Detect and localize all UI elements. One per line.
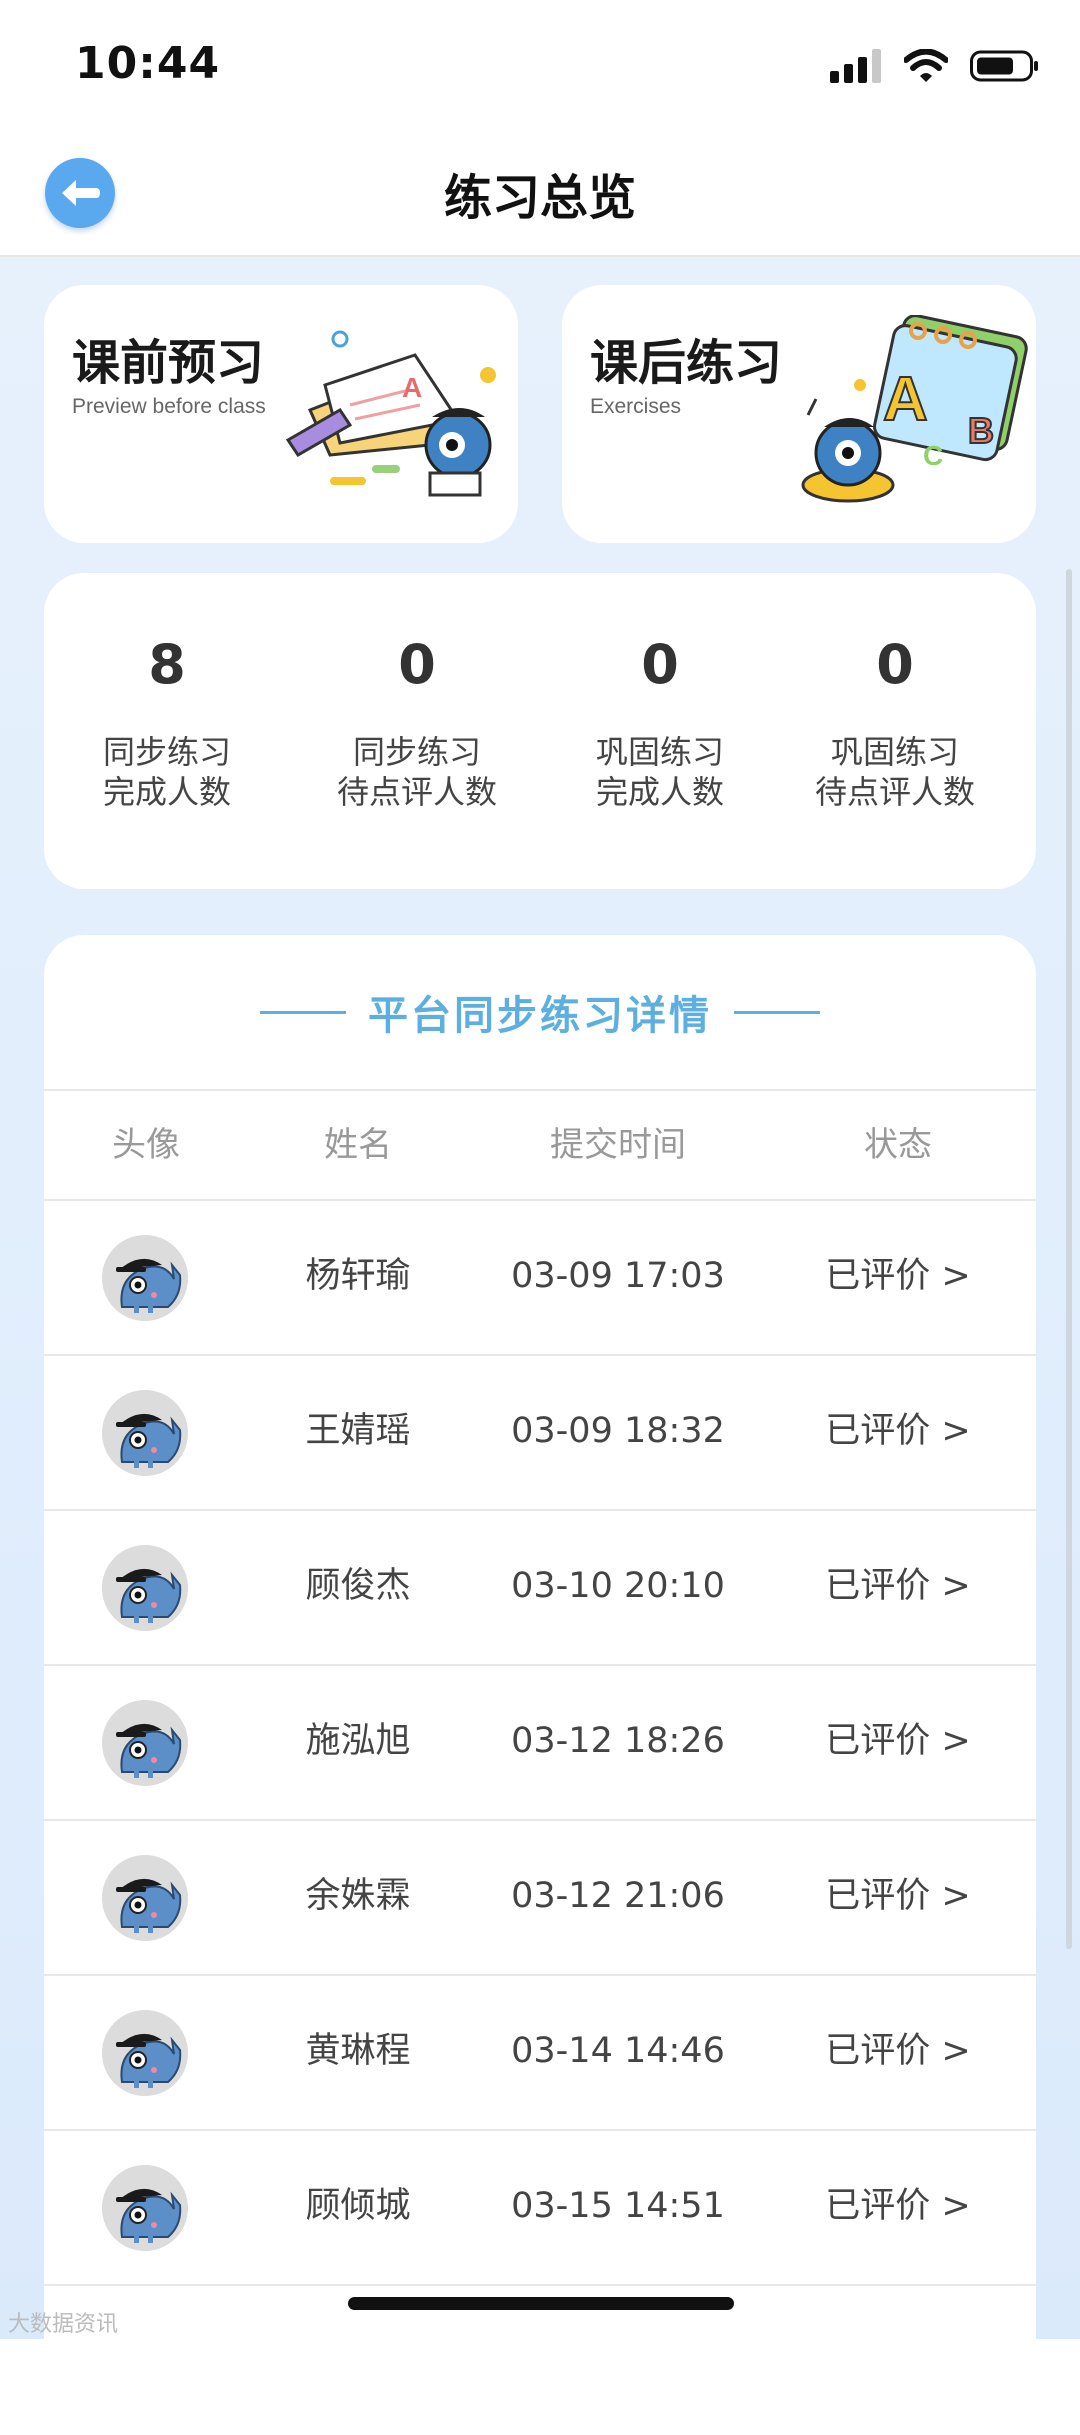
stat-review-done: 0 巩固练习 完成人数 <box>540 633 780 812</box>
preview-subtitle: Preview before class <box>72 395 266 418</box>
stat-value: 0 <box>641 633 679 696</box>
main-content: 课前预习 Preview before class A 课后练习 Exercis… <box>0 257 1080 2435</box>
section-header: 平台同步练习详情 <box>44 935 1036 1089</box>
signal-icon <box>830 49 881 83</box>
student-row[interactable]: 余姝霖 03-12 21:06 已评价 > <box>44 1819 1036 1976</box>
status-link[interactable]: 已评价 > <box>768 2129 1028 2284</box>
wifi-icon <box>904 49 948 82</box>
student-row[interactable]: 王婧瑶 03-09 18:32 已评价 > <box>44 1354 1036 1511</box>
student-row[interactable]: 黄琳程 03-14 14:46 已评价 > <box>44 1974 1036 2131</box>
exercises-illustration: A B C <box>801 315 1028 503</box>
status-link[interactable]: 已评价 > <box>768 1974 1028 2129</box>
submit-time: 03-09 17:03 <box>511 1256 725 1296</box>
preview-illustration: A <box>285 330 496 497</box>
svg-text:A: A <box>883 365 928 434</box>
status-link[interactable]: 已评价 > <box>768 1509 1028 1664</box>
student-row[interactable]: 顾俊杰 03-10 20:10 已评价 > <box>44 1509 1036 1666</box>
student-avatar-icon <box>102 1545 188 1631</box>
student-name: 王婧瑶 <box>305 1411 411 1451</box>
student-row[interactable]: 施泓旭 03-12 18:26 已评价 > <box>44 1664 1036 1821</box>
stat-label-line2: 完成人数 <box>102 773 231 811</box>
status-link[interactable]: 已评价 > <box>768 1819 1028 1974</box>
svg-text:A: A <box>402 372 422 403</box>
student-avatar-icon <box>102 2010 188 2096</box>
stat-label: 巩固练习 完成人数 <box>540 732 780 812</box>
student-row[interactable]: 顾倾城 03-15 14:51 已评价 > <box>44 2129 1036 2286</box>
column-time: 提交时间 <box>550 1125 686 1165</box>
stat-value: 0 <box>398 633 436 696</box>
stat-label-line2: 完成人数 <box>595 773 724 811</box>
column-avatar: 头像 <box>112 1125 180 1165</box>
preview-title: 课前预习 <box>72 335 265 391</box>
student-name: 余姝霖 <box>305 1876 411 1916</box>
divider <box>734 1010 820 1014</box>
avatar <box>102 1545 188 1631</box>
student-name: 杨轩瑜 <box>305 1256 411 1296</box>
avatar <box>102 1855 188 1941</box>
student-avatar-icon <box>102 2165 188 2251</box>
column-name: 姓名 <box>324 1125 392 1165</box>
stat-label: 巩固练习 待点评人数 <box>775 732 1015 812</box>
exercises-title: 课后练习 <box>590 335 783 391</box>
stat-sync-pending: 0 同步练习 待点评人数 <box>297 633 537 812</box>
student-avatar-icon <box>102 1235 188 1321</box>
student-name: 施泓旭 <box>305 1721 411 1761</box>
submit-time: 03-15 14:51 <box>511 2186 725 2226</box>
student-avatar-icon <box>102 1855 188 1941</box>
stat-label-line1: 巩固练习 <box>830 733 959 771</box>
student-row[interactable]: 杨轩瑜 03-09 17:03 已评价 > <box>44 1199 1036 1356</box>
student-name: 顾倾城 <box>305 2186 411 2226</box>
status-time: 10:44 <box>75 38 221 89</box>
submit-time: 03-12 21:06 <box>511 1876 725 1916</box>
preview-card[interactable]: 课前预习 Preview before class A <box>44 285 518 543</box>
status-link[interactable]: 已评价 > <box>768 1199 1028 1354</box>
avatar <box>102 1700 188 1786</box>
stat-label: 同步练习 待点评人数 <box>297 732 537 812</box>
stats-card: 8 同步练习 完成人数 0 同步练习 待点评人数 0 巩固练习 完成人数 0 巩… <box>44 573 1036 889</box>
submit-time: 03-12 18:26 <box>511 1721 725 1761</box>
stat-review-pending: 0 巩固练习 待点评人数 <box>775 633 1015 812</box>
svg-text:B: B <box>968 410 994 451</box>
avatar <box>102 2010 188 2096</box>
submit-time: 03-14 14:46 <box>511 2031 725 2071</box>
avatar <box>102 2165 188 2251</box>
status-link[interactable]: 已评价 > <box>768 1354 1028 1509</box>
stat-label-line1: 同步练习 <box>102 733 231 771</box>
details-card: 平台同步练习详情 头像 姓名 提交时间 状态 杨轩瑜 03-09 17:03 已评价… <box>44 935 1036 2435</box>
submit-time: 03-09 18:32 <box>511 1411 725 1451</box>
stat-label-line1: 同步练习 <box>352 733 481 771</box>
stat-label-line1: 巩固练习 <box>595 733 724 771</box>
stat-value: 8 <box>148 633 186 696</box>
section-title: 平台同步练习详情 <box>368 993 712 1039</box>
stat-sync-done: 8 同步练习 完成人数 <box>47 633 287 812</box>
status-bar: 10:44 <box>0 0 1080 130</box>
stat-value: 0 <box>876 633 914 696</box>
watermark: 大数据资讯 <box>8 2312 119 2337</box>
student-avatar-icon <box>102 1390 188 1476</box>
avatar <box>102 1390 188 1476</box>
battery-icon <box>970 50 1038 82</box>
student-name: 顾俊杰 <box>305 1566 411 1606</box>
exercises-card[interactable]: 课后练习 Exercises A B C <box>562 285 1036 543</box>
column-status: 状态 <box>864 1125 932 1165</box>
page-title: 练习总览 <box>443 170 636 226</box>
nav-bar: 练习总览 <box>0 130 1080 257</box>
stat-label: 同步练习 完成人数 <box>47 732 287 812</box>
stat-label-line2: 待点评人数 <box>336 773 497 811</box>
status-icons <box>830 48 1040 84</box>
submit-time: 03-10 20:10 <box>511 1566 725 1606</box>
student-name: 黄琳程 <box>305 2031 411 2071</box>
scrollbar[interactable] <box>1066 569 1072 1949</box>
home-indicator[interactable] <box>348 2297 734 2310</box>
svg-text:C: C <box>923 440 943 471</box>
stat-label-line2: 待点评人数 <box>814 773 975 811</box>
avatar <box>102 1235 188 1321</box>
student-avatar-icon <box>102 1700 188 1786</box>
table-header: 头像 姓名 提交时间 状态 <box>44 1089 1036 1201</box>
status-link[interactable]: 已评价 > <box>768 1664 1028 1819</box>
exercises-subtitle: Exercises <box>590 395 682 418</box>
divider <box>260 1010 346 1014</box>
